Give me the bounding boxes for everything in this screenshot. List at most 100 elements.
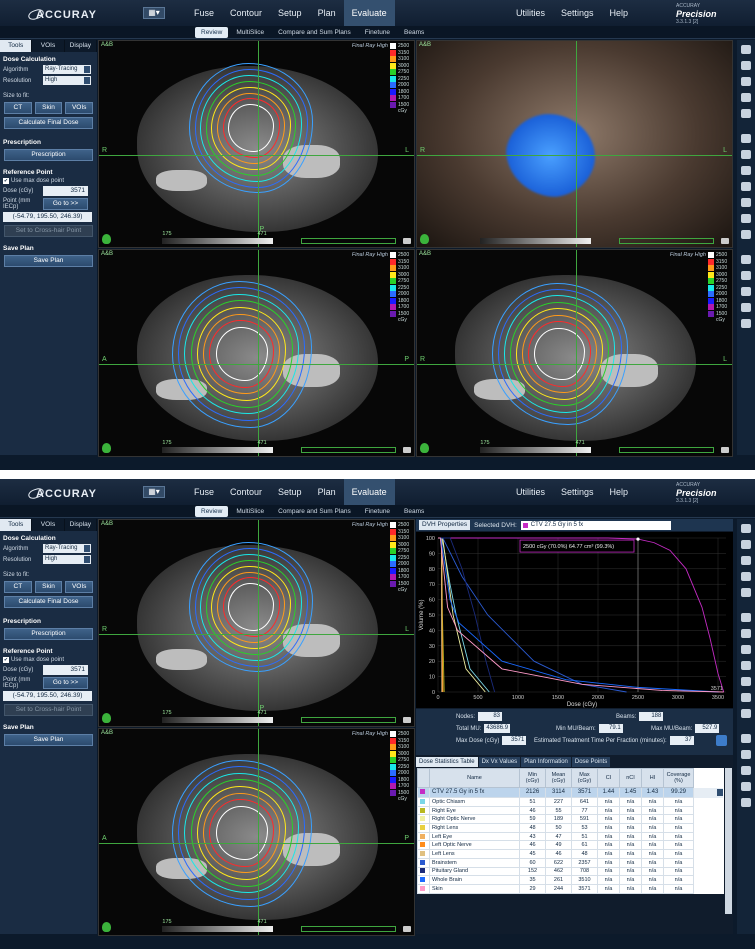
dvh-chart[interactable]: 0 500 1000 1500 2000 2500 3000 3500100908070605… (416, 532, 733, 708)
menu-utilities[interactable]: Utilities (516, 479, 545, 505)
dose-tab-dose-points[interactable]: Dose Points (571, 757, 611, 767)
dose-tab-dose-statistics-table[interactable]: Dose Statistics Table (416, 757, 478, 767)
menu-help[interactable]: Help (610, 479, 629, 505)
crosshair-horizontal[interactable] (417, 364, 732, 366)
main-menu-evaluate[interactable]: Evaluate (343, 0, 395, 26)
table-row[interactable]: Left Lens 45 46 48 n/a n/a n/a n/a (417, 849, 724, 859)
slice-slider[interactable] (300, 447, 396, 453)
subtab-review[interactable]: Review (195, 27, 229, 38)
ct-viewport[interactable]: A&B R L (416, 40, 733, 248)
crosshair-vertical[interactable] (575, 250, 577, 456)
main-menu-plan[interactable]: Plan (310, 479, 344, 505)
window-level-bar[interactable] (162, 926, 274, 932)
snapshot-icon[interactable] (403, 926, 411, 932)
main-menu-setup[interactable]: Setup (270, 479, 310, 505)
fit-vois-button[interactable]: VOIs (65, 581, 94, 593)
table-row[interactable]: Left Eye 43 47 51 n/a n/a n/a n/a (417, 831, 724, 842)
table-scrollbar[interactable] (725, 768, 732, 914)
ruler-icon[interactable] (741, 93, 751, 102)
collapse-icon[interactable] (741, 798, 751, 807)
sidebar-tab-tools[interactable]: Tools (0, 519, 33, 531)
subtab-beams[interactable]: Beams (398, 506, 430, 517)
snapshot-icon[interactable] (721, 238, 729, 244)
subtab-review[interactable]: Review (195, 506, 229, 517)
subtab-compare-and-sum-plans[interactable]: Compare and Sum Plans (272, 27, 357, 38)
crosshair-vertical[interactable] (575, 41, 577, 247)
slice-slider[interactable] (300, 926, 396, 932)
point-value-field[interactable]: (-54.79, 195.50, 246.39) (3, 691, 92, 701)
use-max-checkbox[interactable]: ✔ (3, 178, 9, 184)
crosshair-vertical[interactable] (257, 729, 259, 935)
crosshair-horizontal[interactable] (99, 155, 414, 157)
menu-settings[interactable]: Settings (561, 479, 594, 505)
prescription-button[interactable]: Prescription (4, 149, 93, 161)
subtab-beams[interactable]: Beams (398, 27, 430, 38)
algorithm-select[interactable]: Ray-Tracing (43, 544, 91, 553)
report-1-icon[interactable] (741, 271, 751, 280)
selected-dvh-select[interactable]: CTV 27.5 Gy in 5 fx (520, 520, 671, 530)
crosshair-vertical[interactable] (257, 41, 259, 247)
main-menu-setup[interactable]: Setup (270, 0, 310, 26)
sidebar-tab-display[interactable]: Display (65, 519, 97, 531)
collapse-icon[interactable] (741, 319, 751, 328)
ct-viewport[interactable]: 2500 3150 3100 3000 2750 2250 2000 1800 1700 1500… (98, 249, 415, 457)
window-icon[interactable] (741, 134, 751, 143)
window-level-bar[interactable] (162, 238, 274, 244)
main-menu-fuse[interactable]: Fuse (186, 479, 222, 505)
report-2-icon[interactable] (741, 287, 751, 296)
main-menu-evaluate[interactable]: Evaluate (343, 479, 395, 505)
window-level-bar[interactable] (480, 238, 592, 244)
document-icon[interactable] (741, 734, 751, 743)
camera-icon[interactable] (741, 629, 751, 638)
table-row[interactable]: Skin 29 244 3571 n/a n/a n/a n/a (417, 883, 724, 894)
table-row[interactable]: CTV 27.5 Gy in 5 fx 2126 3114 3571 1.44 1.45 1… (417, 787, 724, 798)
table-row[interactable]: Right Optic Nerve 59 189 591 n/a n/a n/a n/a (417, 814, 724, 825)
snapshot-icon[interactable] (403, 238, 411, 244)
subtab-multislice[interactable]: MultiSlice (230, 506, 270, 517)
use-max-checkbox[interactable]: ✔ (3, 657, 9, 663)
crosshair-horizontal[interactable] (99, 634, 414, 636)
pointer-icon[interactable] (741, 45, 751, 54)
ruler-icon[interactable] (741, 572, 751, 581)
pan-icon[interactable] (741, 77, 751, 86)
set-crosshair-button[interactable]: Set to Cross-hair Point (4, 225, 93, 237)
main-menu-contour[interactable]: Contour (222, 479, 270, 505)
crosshair-vertical[interactable] (257, 520, 259, 726)
refresh-stats-icon[interactable] (716, 735, 727, 746)
algorithm-select[interactable]: Ray-Tracing (43, 65, 91, 74)
main-menu-plan[interactable]: Plan (310, 0, 344, 26)
main-menu-fuse[interactable]: Fuse (186, 0, 222, 26)
resolution-select[interactable]: High (43, 76, 91, 85)
resolution-select[interactable]: High (43, 555, 91, 564)
slice-slider[interactable] (300, 717, 396, 723)
crosshair-vertical[interactable] (257, 250, 259, 456)
slice-slider[interactable] (300, 238, 396, 244)
calculate-final-dose-button[interactable]: Calculate Final Dose (4, 596, 93, 608)
print-icon[interactable] (741, 198, 751, 207)
layout-grid-button[interactable]: ▦▾ (143, 7, 165, 19)
table-row[interactable]: Pituitary Gland 152 462 708 n/a n/a n/a n/a (417, 866, 724, 877)
dose-tab-plan-information[interactable]: Plan Information (521, 757, 571, 767)
zoom-icon[interactable] (741, 540, 751, 549)
crosshair-horizontal[interactable] (417, 155, 732, 157)
main-menu-contour[interactable]: Contour (222, 0, 270, 26)
table-row[interactable]: Brainstem 60 622 2357 n/a n/a n/a n/a (417, 857, 724, 868)
cursor-point[interactable] (636, 537, 640, 541)
pan-icon[interactable] (741, 556, 751, 565)
dose-value-field[interactable]: 3571 (43, 186, 88, 196)
ct-viewport[interactable]: 2500 3150 3100 3000 2750 2250 2000 1800 1700 1500… (98, 519, 415, 727)
save-icon[interactable] (741, 645, 751, 654)
fit-vois-button[interactable]: VOIs (65, 102, 94, 114)
sidebar-tab-tools[interactable]: Tools (0, 40, 33, 52)
dose-tab-dx-vx-values[interactable]: Dx Vx Values (478, 757, 521, 767)
table-row[interactable]: Left Optic Nerve 46 49 61 n/a n/a n/a n/a (417, 840, 724, 851)
document-icon[interactable] (741, 255, 751, 264)
dose-value-field[interactable]: 3571 (43, 665, 88, 675)
dvh-properties-tab[interactable]: DVH Properties (419, 520, 471, 530)
prescription-button[interactable]: Prescription (4, 628, 93, 640)
slice-slider[interactable] (618, 447, 714, 453)
settings-icon[interactable] (741, 709, 751, 718)
fit-skin-button[interactable]: Skin (34, 581, 63, 593)
crosshair-horizontal[interactable] (99, 843, 414, 845)
user-icon[interactable] (741, 214, 751, 223)
